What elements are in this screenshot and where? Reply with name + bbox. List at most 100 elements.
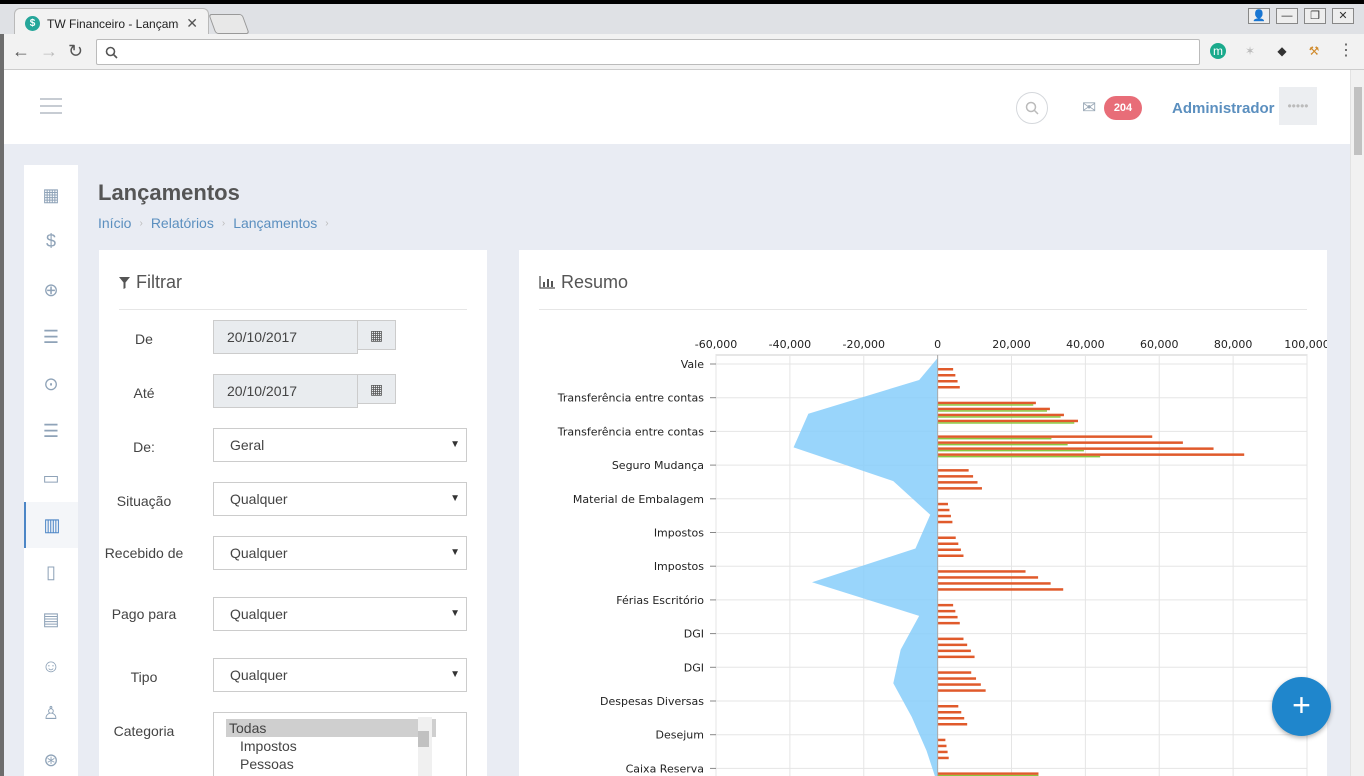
back-icon[interactable]: ← <box>12 41 30 62</box>
list-item[interactable]: Todas <box>226 719 436 737</box>
extension-star-icon[interactable]: ✶ <box>1242 43 1258 59</box>
bar <box>937 637 964 641</box>
calendar-icon[interactable]: ▦ <box>358 320 396 350</box>
situacao-select[interactable]: Qualquer ▼ <box>213 482 467 516</box>
avatar[interactable]: ••••• <box>1279 87 1317 125</box>
bar <box>937 374 956 377</box>
x-tick-label: 80,000 <box>1214 338 1253 351</box>
bar <box>937 401 1036 405</box>
y-tick-label: Despesas Diversas <box>600 695 704 708</box>
extension-m-icon[interactable]: m <box>1210 43 1226 59</box>
notification-badge[interactable]: 204 <box>1104 96 1142 120</box>
menu-icon[interactable]: ⋮ <box>1338 43 1354 59</box>
x-tick-label: -20,000 <box>843 338 885 351</box>
tab-title: TW Financeiro - Lançamento <box>47 16 179 31</box>
page-title: Lançamentos <box>98 180 240 205</box>
bar <box>937 443 1068 446</box>
recebido-select[interactable]: Qualquer ▼ <box>213 536 467 570</box>
breadcrumb-relatorios[interactable]: Relatórios <box>151 215 214 233</box>
address-bar-row: ← → ↻ m ✶ ◆ ⚒ ⋮ <box>0 34 1364 70</box>
notebook-icon[interactable]: ▯ <box>24 549 78 595</box>
add-button[interactable]: + <box>1272 677 1331 736</box>
breadcrumb-separator: › <box>139 218 143 229</box>
bar <box>937 449 1084 452</box>
bar <box>937 475 974 478</box>
chevron-down-icon: ▼ <box>450 608 460 619</box>
new-tab-button[interactable] <box>208 14 250 34</box>
list-icon[interactable]: ☰ <box>24 314 78 360</box>
y-tick-label: Impostos <box>654 527 704 540</box>
users-icon[interactable]: ☺ <box>24 643 78 689</box>
list-item[interactable]: Pessoas <box>226 755 436 773</box>
de-date-input[interactable]: 20/10/2017 <box>213 320 358 354</box>
resumo-chart: -60,000 -40,000 -20,000 0 20,000 40,000 60,000… <box>557 338 1327 776</box>
bar <box>937 677 977 680</box>
de-label: De <box>135 331 153 347</box>
user-icon[interactable]: ♙ <box>24 690 78 736</box>
de-select[interactable]: Geral ▼ <box>213 428 467 462</box>
bar <box>937 711 962 714</box>
filter-panel: Filtrar De 20/10/2017 ▦ Até 20/10/2017 ▦… <box>99 250 487 776</box>
bar-chart-icon[interactable]: ▥ <box>24 502 78 548</box>
chevron-down-icon: ▼ <box>450 439 460 450</box>
upload-circle-icon[interactable]: ⊙ <box>24 361 78 407</box>
support-icon[interactable]: ⊛ <box>24 737 78 776</box>
bar <box>937 649 971 653</box>
dollar-icon[interactable]: $ <box>24 218 78 264</box>
bar <box>937 487 982 490</box>
filter-header: Filtrar <box>119 272 182 293</box>
hamburger-icon[interactable] <box>40 98 62 119</box>
y-tick-label: Transferência entre contas <box>557 425 704 438</box>
bar <box>937 502 948 506</box>
mail-icon[interactable]: ✉ <box>1082 98 1096 118</box>
dashboard-icon[interactable]: ▦ <box>24 172 78 218</box>
user-name[interactable]: Administrador <box>1172 100 1275 117</box>
extension-tool-icon[interactable]: ⚒ <box>1306 43 1322 59</box>
categoria-label: Categoria <box>113 723 175 739</box>
download-circle-icon[interactable]: ⊕ <box>24 267 78 313</box>
maximize-button[interactable]: ❐ <box>1304 8 1326 24</box>
browser-tabbar: $ TW Financeiro - Lançamento ✕ 👤 — ❐ ✕ <box>0 0 1364 38</box>
bar <box>937 481 978 484</box>
chevron-down-icon: ▼ <box>450 669 460 680</box>
list-item[interactable]: Impostos <box>226 737 436 755</box>
minimize-button[interactable]: — <box>1276 8 1298 24</box>
breadcrumb-lancamentos[interactable]: Lançamentos <box>233 215 317 233</box>
bar <box>937 582 1051 585</box>
calendar-icon[interactable]: ▤ <box>24 596 78 642</box>
bar <box>937 380 958 383</box>
page-scrollbar[interactable] <box>1350 70 1364 776</box>
listbox-scrollbar[interactable] <box>418 717 432 776</box>
tipo-select[interactable]: Qualquer ▼ <box>213 658 467 692</box>
x-tick-label: -40,000 <box>769 338 811 351</box>
ate-date-input[interactable]: 20/10/2017 <box>213 374 358 408</box>
search-button[interactable] <box>1016 92 1048 124</box>
forward-icon[interactable]: → <box>40 41 58 62</box>
categoria-listbox[interactable]: Todas Impostos Pessoas <box>213 712 467 776</box>
breadcrumb-inicio[interactable]: Início <box>98 215 131 233</box>
tipo-label: Tipo <box>130 669 158 685</box>
x-tick-label: 20,000 <box>992 338 1031 351</box>
wallet-icon[interactable]: ▭ <box>24 455 78 501</box>
bar <box>937 536 956 539</box>
y-tick-label: Impostos <box>654 560 704 573</box>
breadcrumb-separator: › <box>221 218 226 229</box>
bar <box>937 410 1047 412</box>
evernote-icon[interactable]: ◆ <box>1274 43 1290 59</box>
recebido-value: Qualquer <box>230 545 288 561</box>
list-icon[interactable]: ☰ <box>24 408 78 454</box>
reload-icon[interactable]: ↻ <box>68 41 83 62</box>
profile-icon[interactable]: 👤 <box>1248 8 1270 24</box>
bar <box>937 588 1064 591</box>
address-input[interactable] <box>96 39 1200 65</box>
close-window-button[interactable]: ✕ <box>1332 8 1354 24</box>
bar <box>937 422 1075 424</box>
app: ✉ 204 Administrador ••••• ▦ $ ⊕ ☰ ⊙ ☰ ▭ … <box>4 70 1350 776</box>
bar <box>937 671 972 674</box>
close-tab-icon[interactable]: ✕ <box>186 15 198 32</box>
pago-label: Pago para <box>111 606 177 622</box>
calendar-icon[interactable]: ▦ <box>358 374 396 404</box>
pago-select[interactable]: Qualquer ▼ <box>213 597 467 631</box>
resumo-panel: Resumo -60,000 -40,000 -20,000 0 20,000 40,00… <box>519 250 1327 776</box>
y-tick-label: Transferência entre contas <box>557 392 704 405</box>
